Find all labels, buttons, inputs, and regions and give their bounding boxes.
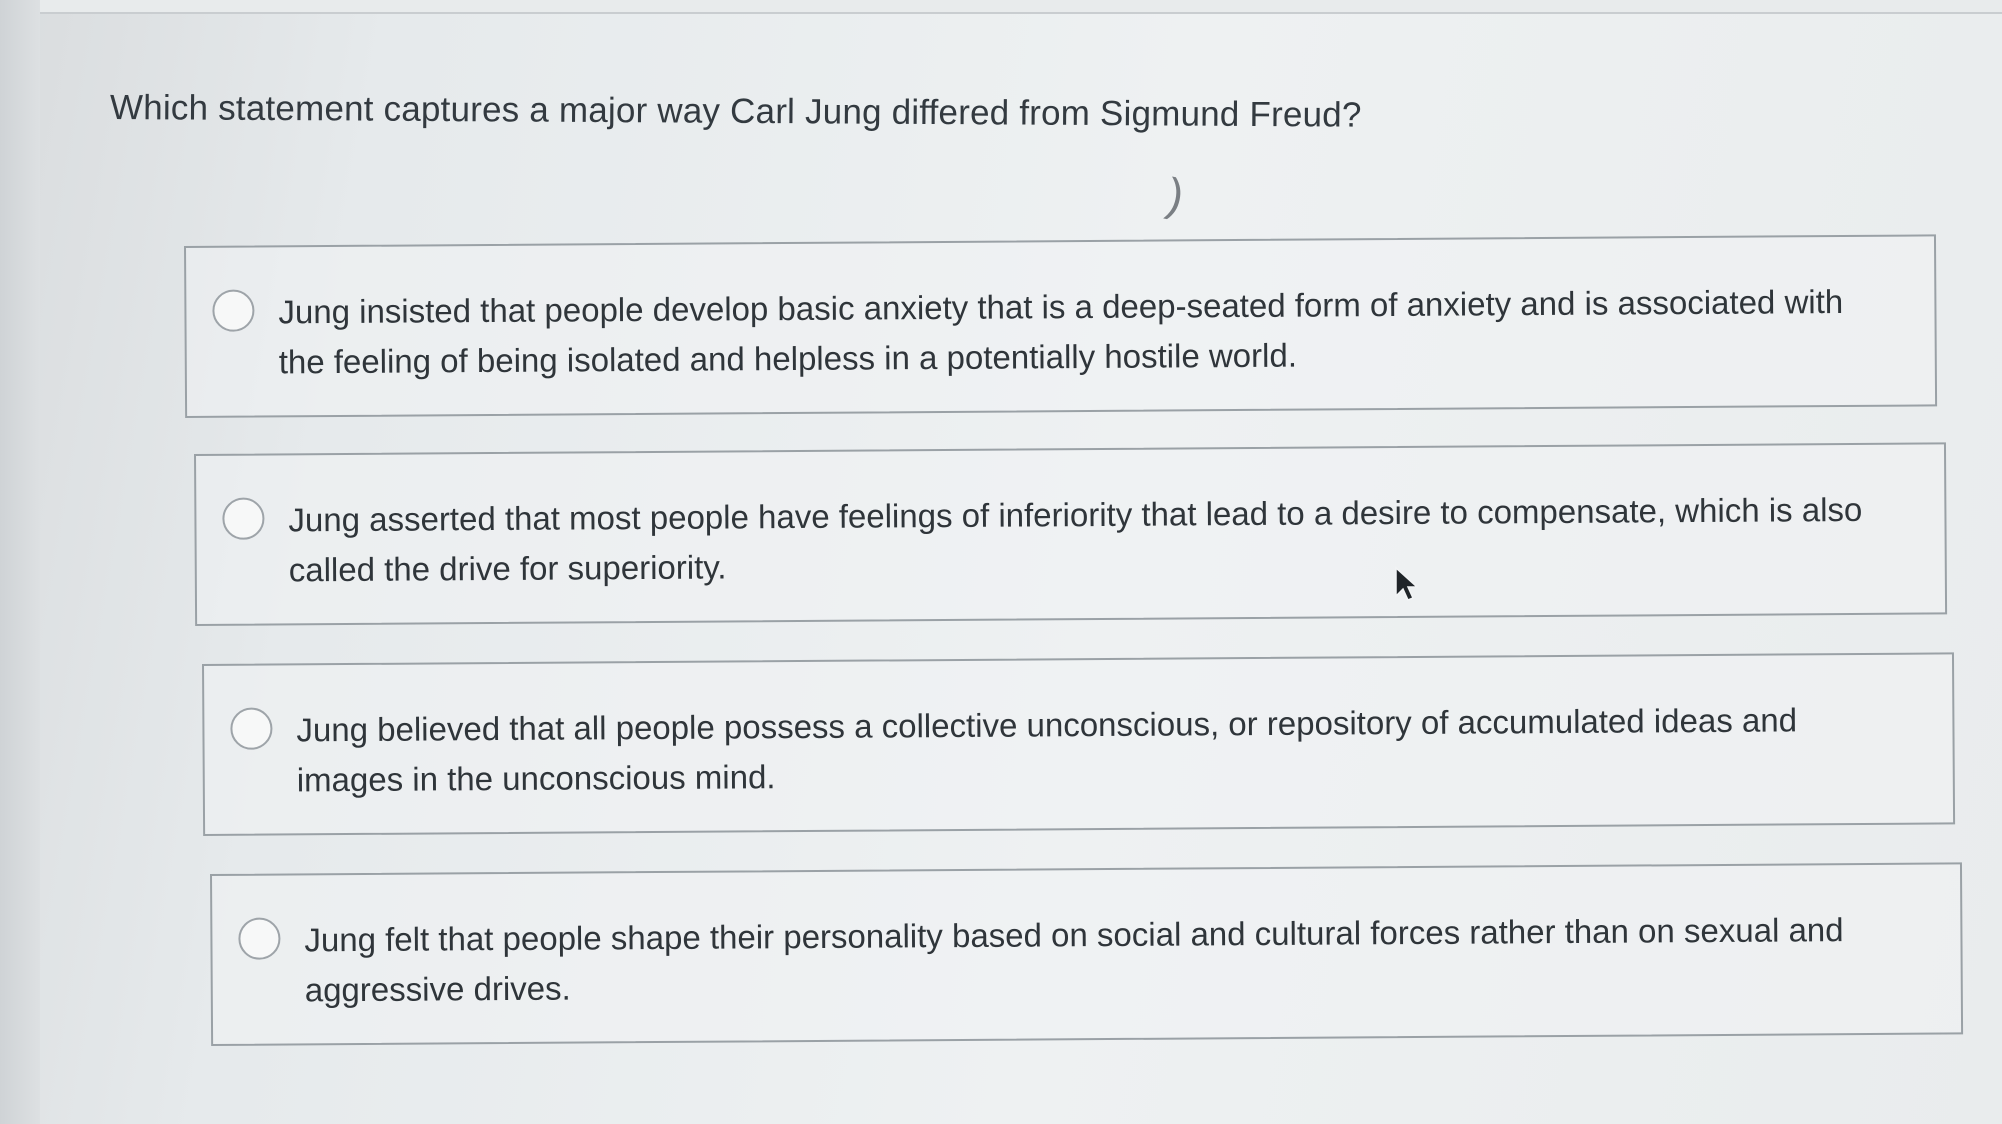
- answer-option-1[interactable]: Jung insisted that people develop basic …: [184, 234, 1938, 418]
- radio-unselected-icon[interactable]: [212, 289, 255, 332]
- radio-unselected-icon[interactable]: [230, 707, 273, 750]
- screen: Which statement captures a major way Car…: [0, 0, 2002, 1124]
- answer-option-text: Jung felt that people shape their person…: [304, 911, 1844, 1009]
- answer-option-3[interactable]: Jung believed that all people possess a …: [202, 652, 1956, 836]
- answer-option-4[interactable]: Jung felt that people shape their person…: [210, 862, 1964, 1046]
- mouse-pointer-icon: [1395, 566, 1418, 601]
- answer-option-text: Jung insisted that people develop basic …: [278, 282, 1844, 381]
- answer-option-2[interactable]: Jung asserted that most people have feel…: [194, 442, 1948, 626]
- answer-option-text: Jung believed that all people possess a …: [296, 701, 1798, 799]
- answer-option-text: Jung asserted that most people have feel…: [288, 490, 1863, 589]
- radio-unselected-icon[interactable]: [222, 497, 265, 540]
- answer-options: Jung insisted that people develop basic …: [0, 0, 2002, 1124]
- radio-unselected-icon[interactable]: [238, 917, 281, 960]
